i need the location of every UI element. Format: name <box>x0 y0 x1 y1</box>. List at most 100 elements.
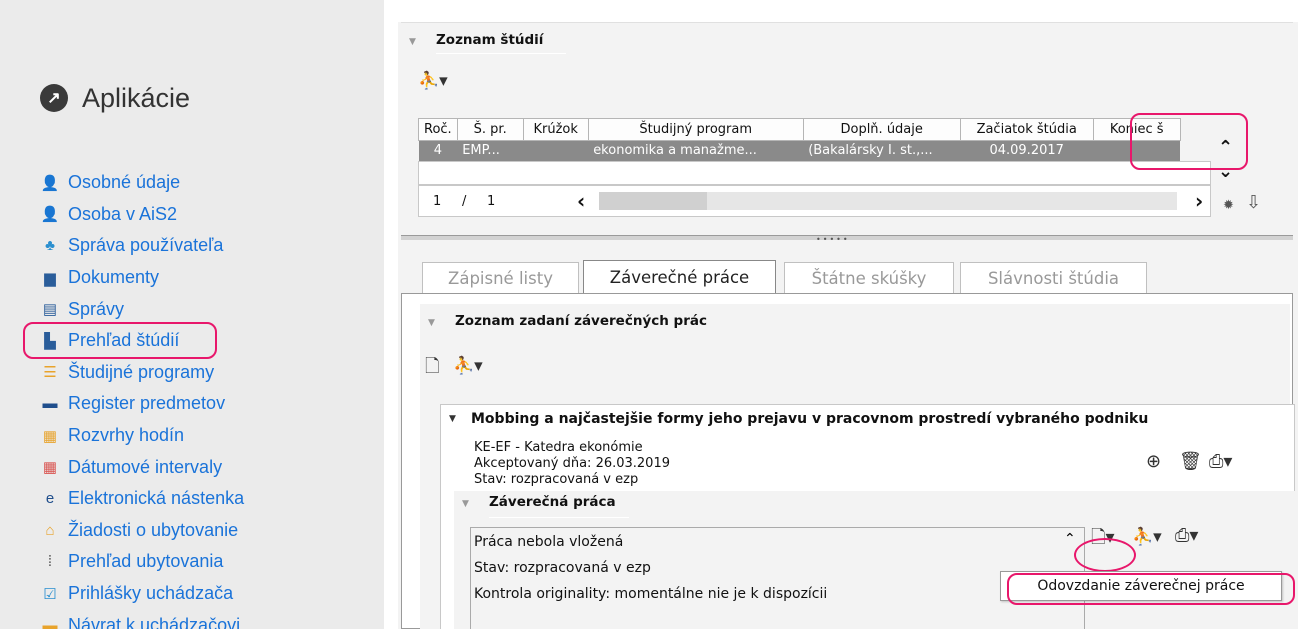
col-header[interactable]: Koniec š <box>1092 118 1181 141</box>
person-icon: 👤 <box>40 206 60 224</box>
collapse-triangle-icon[interactable]: ▼ <box>428 318 435 328</box>
sidebar-item-label: Prihlášky uchádzača <box>68 583 234 604</box>
table-header-row: Roč. Š. pr. Krúžok Študijný program Dopl… <box>418 118 1181 141</box>
col-header[interactable]: Študijný program <box>587 118 804 141</box>
zoom-in-icon[interactable]: ⊕ <box>1146 451 1161 472</box>
sidebar-item[interactable]: e Elektronická nástenka <box>40 483 244 515</box>
table-cell <box>523 140 589 161</box>
arrow-icon: ▬ <box>42 616 58 629</box>
table-cell: 4 <box>418 140 458 161</box>
list-icon: ☰ <box>43 364 57 382</box>
person-icon: 👤 <box>40 174 60 192</box>
sidebar-item-label: Osoba v AiS2 <box>68 203 178 224</box>
scrollbar-track[interactable] <box>707 192 1177 210</box>
sidebar-item[interactable]: ☑ Prihlášky uchádzača <box>40 578 244 610</box>
table-footer: 1 / 1 ‹ › <box>418 185 1211 217</box>
print-icon[interactable]: ⎙▾ <box>1175 525 1198 546</box>
sidebar-item-label: Dátumové intervaly <box>68 456 223 477</box>
sidebar-item[interactable]: 👤 Osobné údaje <box>40 167 244 199</box>
table-cell: ekonomika a manažme... <box>588 140 804 161</box>
tab-slavnosti-studia[interactable]: Slávnosti štúdia <box>960 262 1147 293</box>
download-icon[interactable]: ⇩ <box>1246 192 1261 213</box>
document-icon: ▆ <box>44 269 56 287</box>
e-board-icon: e <box>45 490 55 508</box>
sidebar-item-label: Dokumenty <box>68 267 160 288</box>
scroll-right-icon[interactable]: › <box>1195 189 1203 213</box>
collapse-triangle-icon[interactable]: ▼ <box>449 414 456 424</box>
studies-table: Roč. Š. pr. Krúžok Študijný program Dopl… <box>418 118 1181 161</box>
work-status-line: Práca nebola vložená <box>474 534 624 550</box>
pager-sep: / <box>462 194 467 209</box>
gear-icon[interactable]: ✹ <box>1223 198 1234 213</box>
new-document-icon[interactable]: 🗋▾ <box>1091 525 1115 555</box>
collapse-triangle-icon[interactable]: ▼ <box>462 499 469 509</box>
table-cell: EMP... <box>457 140 524 161</box>
org-tree-icon: ♣ <box>45 237 55 255</box>
work-section-title: Záverečná práca <box>489 494 616 510</box>
sidebar-item[interactable]: ▆ Dokumenty <box>40 262 244 294</box>
sidebar-item-label: Register predmetov <box>68 393 226 414</box>
pager-current: 1 <box>433 194 442 209</box>
work-status-box: Práca nebola vložená Stav: rozpracovaná … <box>470 527 1085 629</box>
sidebar-item-label: Správy <box>68 298 125 319</box>
thesis-accepted: Akceptovaný dňa: 26.03.2019 <box>474 456 670 471</box>
sidebar-item[interactable]: ▙ Prehľad štúdií <box>40 325 244 357</box>
theses-section-title: Zoznam zadaní záverečných prác <box>455 313 707 329</box>
sidebar-item[interactable]: ▦ Dátumové intervaly <box>40 451 244 483</box>
calendar-icon: ▦ <box>42 459 58 477</box>
upload-thesis-tooltip[interactable]: Odovzdanie záverečnej práce <box>1000 571 1282 601</box>
sidebar-item-label: Prehľad ubytovania <box>68 551 224 572</box>
studies-icon: ▙ <box>44 332 56 350</box>
table-cell: 04.09.2017 <box>960 140 1094 161</box>
col-header[interactable]: Krúžok <box>522 118 589 141</box>
collapse-triangle-icon[interactable]: ▼ <box>409 37 416 47</box>
splitter-grip[interactable]: ••••• <box>816 235 850 244</box>
table-row[interactable]: 4 EMP... ekonomika a manažme... (Bakalár… <box>418 140 1181 161</box>
sidebar-item-label: Elektronická nástenka <box>68 488 245 509</box>
briefcase-icon: ▬ <box>42 395 58 413</box>
actions-run-icon[interactable]: ⛹▾ <box>1132 527 1162 547</box>
sidebar-item[interactable]: ▬ Register predmetov <box>40 388 244 420</box>
table-cell: (Bakalársky I. st.,... <box>803 140 961 161</box>
grid-dots-icon: ⁞ <box>47 553 53 571</box>
calendar-icon: ▦ <box>42 427 58 445</box>
scrollbar-thumb[interactable] <box>599 192 707 210</box>
tab-zaverecne-prace[interactable]: Záverečné práce <box>583 260 776 293</box>
table-empty-area <box>418 161 1211 185</box>
sidebar-item-label: Rozvrhy hodín <box>68 425 185 446</box>
main-panel: ▼ Zoznam štúdií ⛹▾ Roč. Š. pr. Krúžok Št… <box>398 0 1298 629</box>
sidebar-item[interactable]: ▬ Návrat k uchádzačovi <box>40 609 244 629</box>
scroll-left-icon[interactable]: ‹ <box>577 189 585 213</box>
scroll-up-icon[interactable]: ⌃ <box>1064 531 1076 547</box>
col-header[interactable]: Roč. <box>418 118 458 141</box>
scroll-up-icon[interactable]: ⌃ <box>1218 137 1233 158</box>
sidebar-item[interactable]: 👤 Osoba v AiS2 <box>40 199 244 231</box>
app-title: ↗ Aplikácie <box>40 80 190 116</box>
sidebar-item-label: Návrat k uchádzačovi <box>68 614 241 629</box>
new-document-icon[interactable]: 🗋 <box>425 354 439 384</box>
sidebar-item[interactable]: ♣ Správa používateľa <box>40 230 244 262</box>
arrow-circle-icon: ↗ <box>40 84 68 112</box>
sidebar-item[interactable]: ☰ Študijné programy <box>40 357 244 389</box>
sidebar-item[interactable]: ▦ Rozvrhy hodín <box>40 420 244 452</box>
sidebar-item[interactable]: ⁞ Prehľad ubytovania <box>40 546 244 578</box>
trash-icon[interactable]: 🗑 <box>1179 451 1202 472</box>
print-icon[interactable]: ⎙▾ <box>1209 451 1232 472</box>
sidebar-item[interactable]: ▤ Správy <box>40 293 244 325</box>
col-header[interactable]: Doplň. údaje <box>802 118 961 141</box>
actions-run-icon[interactable]: ⛹▾ <box>453 356 483 376</box>
studies-section: ▼ Zoznam štúdií ⛹▾ Roč. Š. pr. Krúžok Št… <box>401 22 1293 227</box>
col-header[interactable]: Š. pr. <box>456 118 524 141</box>
sidebar: ↗ Aplikácie 👤 Osobné údaje 👤 Osoba v AiS2 ♣ S… <box>0 0 384 629</box>
sidebar-item[interactable]: ⌂ Žiadosti o ubytovanie <box>40 515 244 547</box>
thesis-state: Stav: rozpracovaná v ezp <box>474 472 639 487</box>
actions-run-icon[interactable]: ⛹▾ <box>418 71 448 91</box>
scroll-down-icon[interactable]: ⌄ <box>1218 161 1233 182</box>
tab-statne-skusky[interactable]: Štátne skúšky <box>784 262 954 293</box>
col-header[interactable]: Začiatok štúdia <box>959 118 1094 141</box>
tab-zapisne-listy[interactable]: Zápisné listy <box>422 262 579 293</box>
sidebar-item-label: Správa používateľa <box>68 235 224 256</box>
thesis-department: KE-EF - Katedra ekonómie <box>474 440 643 455</box>
accommodation-icon: ⌂ <box>45 521 55 539</box>
table-cell <box>1093 140 1181 161</box>
